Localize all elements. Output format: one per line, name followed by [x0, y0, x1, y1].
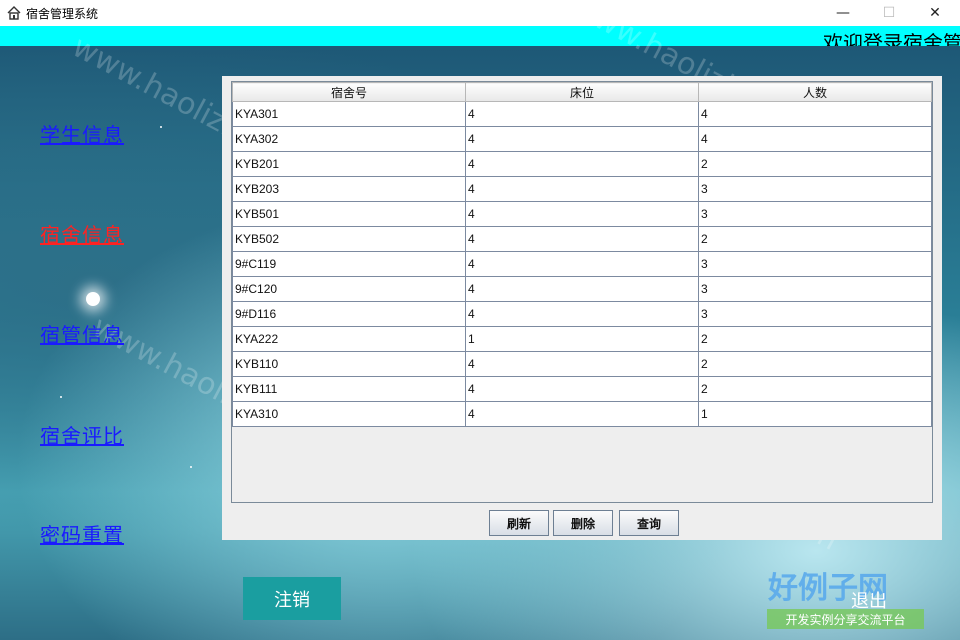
cell-occupants[interactable]: 3	[698, 301, 932, 327]
nav-dorm-rating[interactable]: 宿舍评比	[40, 420, 124, 449]
cell-beds[interactable]: 1	[465, 326, 699, 352]
window-title: 宿舍管理系统	[26, 7, 99, 21]
cell-beds[interactable]: 4	[465, 126, 699, 152]
cell-dorm-no[interactable]: 9#C119	[232, 251, 466, 277]
cell-occupants[interactable]: 2	[698, 151, 932, 177]
table-row[interactable]: KYB501 4 3	[232, 201, 932, 227]
watermark-logo-subtitle: 开发实例分享交流平台	[767, 609, 924, 629]
cell-dorm-no[interactable]: 9#C120	[232, 276, 466, 302]
cell-beds[interactable]: 4	[465, 276, 699, 302]
nav-password-reset[interactable]: 密码重置	[40, 519, 124, 548]
query-button[interactable]: 查询	[619, 510, 679, 536]
table-row[interactable]: KYB111 4 2	[232, 376, 932, 402]
dorm-table: 宿舍号 床位 人数 KYA301 4 4 KYA302 4 4 KYB201 4 2 KYB…	[232, 82, 932, 427]
cell-occupants[interactable]: 2	[698, 351, 932, 377]
maximize-button[interactable]: ☐	[866, 0, 912, 26]
cell-beds[interactable]: 4	[465, 201, 699, 227]
cell-beds[interactable]: 4	[465, 101, 699, 127]
table-row[interactable]: KYB201 4 2	[232, 151, 932, 177]
minimize-button[interactable]: —	[820, 0, 866, 26]
nav-manager-info[interactable]: 宿管信息	[40, 319, 124, 348]
dorm-table-scrollpane[interactable]: 宿舍号 床位 人数 KYA301 4 4 KYA302 4 4 KYB201 4 2 KYB…	[231, 81, 933, 503]
cell-beds[interactable]: 4	[465, 351, 699, 377]
cell-occupants[interactable]: 3	[698, 276, 932, 302]
cell-dorm-no[interactable]: KYA310	[232, 401, 466, 427]
nav-student-info[interactable]: 学生信息	[40, 119, 124, 148]
table-row[interactable]: 9#C119 4 3	[232, 251, 932, 277]
cell-dorm-no[interactable]: KYB502	[232, 226, 466, 252]
cell-dorm-no[interactable]: KYB201	[232, 151, 466, 177]
table-row[interactable]: KYA302 4 4	[232, 126, 932, 152]
table-row[interactable]: KYB110 4 2	[232, 351, 932, 377]
column-header-dorm-no[interactable]: 宿舍号	[232, 82, 466, 102]
table-header-row: 宿舍号 床位 人数	[232, 82, 932, 102]
close-button[interactable]: ✕	[912, 0, 958, 26]
cell-occupants[interactable]: 3	[698, 201, 932, 227]
home-icon	[7, 6, 21, 20]
refresh-button[interactable]: 刷新	[489, 510, 549, 536]
logout-button[interactable]: 注销	[243, 577, 341, 620]
cell-beds[interactable]: 4	[465, 301, 699, 327]
cell-dorm-no[interactable]: 9#D116	[232, 301, 466, 327]
cell-dorm-no[interactable]: KYB110	[232, 351, 466, 377]
table-row[interactable]: KYB203 4 3	[232, 176, 932, 202]
cell-beds[interactable]: 4	[465, 251, 699, 277]
table-row[interactable]: KYA222 1 2	[232, 326, 932, 352]
cell-occupants[interactable]: 3	[698, 251, 932, 277]
cell-occupants[interactable]: 3	[698, 176, 932, 202]
cell-occupants[interactable]: 2	[698, 326, 932, 352]
nav-dorm-info[interactable]: 宿舍信息	[40, 219, 124, 248]
title-bar: 宿舍管理系统 — ☐ ✕	[0, 0, 960, 26]
cell-beds[interactable]: 4	[465, 401, 699, 427]
cell-beds[interactable]: 4	[465, 151, 699, 177]
table-row[interactable]: KYA301 4 4	[232, 101, 932, 127]
cell-beds[interactable]: 4	[465, 376, 699, 402]
table-row[interactable]: 9#D116 4 3	[232, 301, 932, 327]
table-row[interactable]: KYA310 4 1	[232, 401, 932, 427]
cell-beds[interactable]: 4	[465, 176, 699, 202]
table-row[interactable]: KYB502 4 2	[232, 226, 932, 252]
cell-dorm-no[interactable]: KYA222	[232, 326, 466, 352]
cell-occupants[interactable]: 2	[698, 376, 932, 402]
cell-dorm-no[interactable]: KYB111	[232, 376, 466, 402]
column-header-beds[interactable]: 床位	[465, 82, 699, 102]
cell-occupants[interactable]: 1	[698, 401, 932, 427]
cell-beds[interactable]: 4	[465, 226, 699, 252]
cell-occupants[interactable]: 4	[698, 126, 932, 152]
cell-occupants[interactable]: 4	[698, 101, 932, 127]
delete-button[interactable]: 删除	[553, 510, 613, 536]
cell-dorm-no[interactable]: KYB203	[232, 176, 466, 202]
cell-dorm-no[interactable]: KYA301	[232, 101, 466, 127]
table-row[interactable]: 9#C120 4 3	[232, 276, 932, 302]
dorm-panel: 宿舍号 床位 人数 KYA301 4 4 KYA302 4 4 KYB201 4 2 KYB…	[222, 76, 942, 540]
cell-occupants[interactable]: 2	[698, 226, 932, 252]
welcome-banner	[0, 26, 960, 46]
column-header-occupants[interactable]: 人数	[698, 82, 932, 102]
cell-dorm-no[interactable]: KYA302	[232, 126, 466, 152]
cell-dorm-no[interactable]: KYB501	[232, 201, 466, 227]
